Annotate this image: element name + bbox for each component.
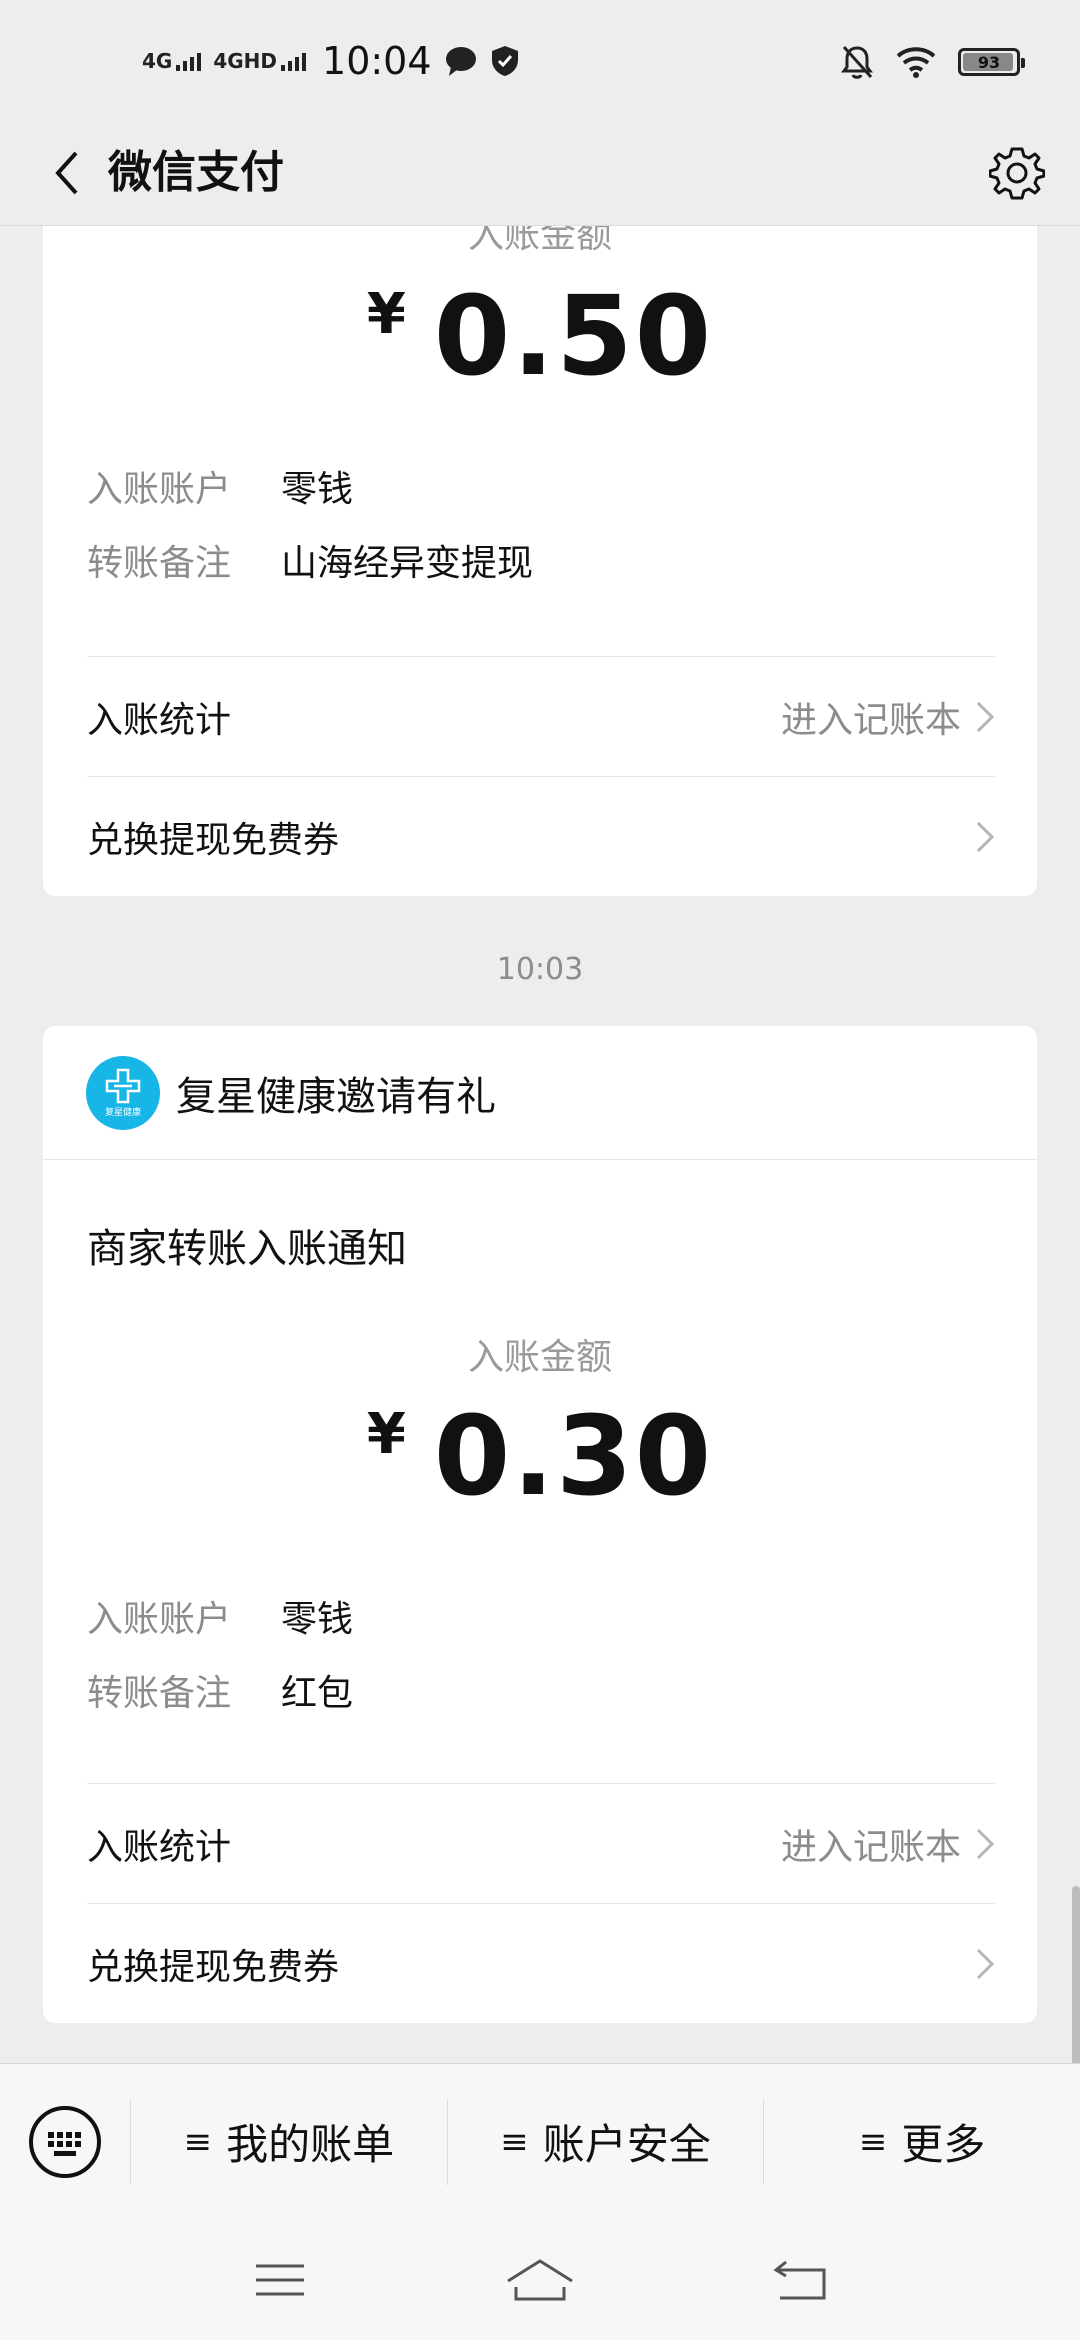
- message-list[interactable]: 入账金额 ¥ 0.50 入账账户 零钱 转账备注 山海经异变提现 入账统计 进入…: [0, 226, 1080, 2063]
- transfer-card: 入账金额 ¥ 0.50 入账账户 零钱 转账备注 山海经异变提现 入账统计 进入…: [43, 226, 1037, 896]
- menu-list-icon: ≡: [500, 2121, 529, 2162]
- page-title: 微信支付: [108, 147, 284, 198]
- merchant-logo-text: 复星健康: [104, 1108, 141, 1118]
- amount-row: ¥ 0.30: [43, 1396, 1037, 1516]
- menu-my-bills[interactable]: ≡ 我的账单: [130, 2098, 447, 2185]
- recent-apps-button[interactable]: [240, 2250, 320, 2310]
- chevron-right-icon: [976, 1948, 995, 1979]
- battery-level: 93: [977, 52, 1001, 72]
- coupon-row[interactable]: 兑换提现免费券: [87, 776, 995, 896]
- menu-icon: [256, 2264, 304, 2295]
- mute-bell-icon: [841, 45, 873, 79]
- stats-label: 入账统计: [87, 1826, 232, 1868]
- message-timestamp: 10:03: [496, 952, 584, 987]
- system-nav-bar: [0, 2219, 1080, 2340]
- return-icon: [773, 2260, 826, 2299]
- status-left: 4G 4GHD 10:04: [142, 36, 520, 86]
- stats-link[interactable]: 进入记账本: [781, 691, 995, 743]
- keyboard-icon: [29, 2105, 101, 2178]
- signal-icon: [281, 53, 307, 71]
- memo-value: 红包: [281, 1673, 354, 1714]
- amount-label: 入账金额: [467, 226, 612, 256]
- menu-account-security[interactable]: ≡ 账户安全: [446, 2098, 764, 2185]
- memo-label: 转账备注: [87, 1673, 232, 1714]
- amount-label: 入账金额: [467, 1337, 612, 1378]
- menu-item-label: 我的账单: [226, 2120, 395, 2169]
- stats-link[interactable]: 进入记账本: [781, 1818, 995, 1870]
- network-1: 4G: [142, 49, 202, 73]
- memo-value: 山海经异变提现: [281, 543, 534, 584]
- chevron-right-icon: [976, 821, 995, 852]
- coupon-label: 兑换提现免费券: [87, 1946, 340, 1988]
- account-label: 入账账户: [87, 469, 232, 510]
- stats-row[interactable]: 入账统计 进入记账本: [87, 1783, 995, 1903]
- menu-item-label: 更多: [901, 2120, 986, 2169]
- network-1-label: 4G: [142, 49, 173, 73]
- account-label: 入账账户: [87, 1599, 232, 1640]
- status-bar: 4G 4GHD 10:04 93: [0, 0, 1080, 120]
- message-icon: [445, 47, 476, 76]
- battery-icon: 93: [958, 48, 1025, 76]
- memo-row: 转账备注 红包: [87, 1664, 353, 1716]
- merchant-header[interactable]: 复星健康 复星健康邀请有礼: [43, 1026, 1037, 1160]
- transfer-card: 复星健康 复星健康邀请有礼 商家转账入账通知 入账金额 ¥ 0.30 入账账户 …: [43, 1026, 1037, 2023]
- stats-label: 入账统计: [87, 699, 232, 741]
- memo-row: 转账备注 山海经异变提现: [87, 534, 533, 586]
- menu-item-label: 账户安全: [542, 2120, 711, 2169]
- health-cross-icon: [105, 1068, 141, 1104]
- account-row: 入账账户 零钱: [87, 460, 353, 512]
- stats-link-text: 进入记账本: [780, 699, 961, 741]
- status-right: 93: [840, 40, 1025, 84]
- chevron-right-icon: [976, 1828, 995, 1859]
- notice-title: 商家转账入账通知: [87, 1226, 407, 1272]
- account-value: 零钱: [281, 469, 354, 510]
- status-time: 10:04: [322, 39, 432, 83]
- home-button[interactable]: [500, 2250, 580, 2310]
- back-nav-button[interactable]: [760, 2250, 840, 2310]
- network-2: 4GHD: [213, 49, 307, 73]
- keyboard-toggle-button[interactable]: [0, 2064, 130, 2220]
- stats-link-text: 进入记账本: [780, 1826, 961, 1868]
- network-2-label: 4GHD: [213, 49, 278, 73]
- shield-icon: [491, 46, 518, 76]
- menu-more[interactable]: ≡ 更多: [763, 2098, 1080, 2185]
- stats-row[interactable]: 入账统计 进入记账本: [87, 656, 995, 776]
- coupon-label: 兑换提现免费券: [87, 819, 340, 861]
- bottom-menu: ≡ 我的账单 ≡ 账户安全 ≡ 更多: [0, 2063, 1080, 2219]
- amount-value: 0.30: [433, 1392, 714, 1520]
- chevron-right-icon: [976, 701, 995, 732]
- merchant-name: 复星健康邀请有礼: [176, 1073, 496, 1120]
- menu-list-icon: ≡: [858, 2121, 888, 2162]
- account-value: 零钱: [281, 1599, 354, 1640]
- memo-label: 转账备注: [87, 543, 232, 584]
- amount-value: 0.50: [433, 272, 714, 400]
- menu-list-icon: ≡: [183, 2121, 213, 2162]
- coupon-row[interactable]: 兑换提现免费券: [87, 1903, 995, 2023]
- scrollbar[interactable]: [1072, 1886, 1080, 2063]
- merchant-logo: 复星健康: [86, 1055, 160, 1130]
- amount-row: ¥ 0.50: [43, 276, 1037, 396]
- gear-icon: [989, 147, 1045, 200]
- account-row: 入账账户 零钱: [87, 1590, 353, 1642]
- currency-symbol: ¥: [366, 282, 406, 347]
- wifi-icon: [896, 47, 936, 78]
- back-button[interactable]: [36, 142, 98, 204]
- settings-button[interactable]: [984, 140, 1050, 206]
- signal-icon: [176, 53, 202, 71]
- nav-bar: 微信支付: [0, 120, 1080, 226]
- home-icon: [507, 2258, 573, 2300]
- currency-symbol: ¥: [366, 1402, 406, 1467]
- chevron-left-icon: [55, 151, 78, 195]
